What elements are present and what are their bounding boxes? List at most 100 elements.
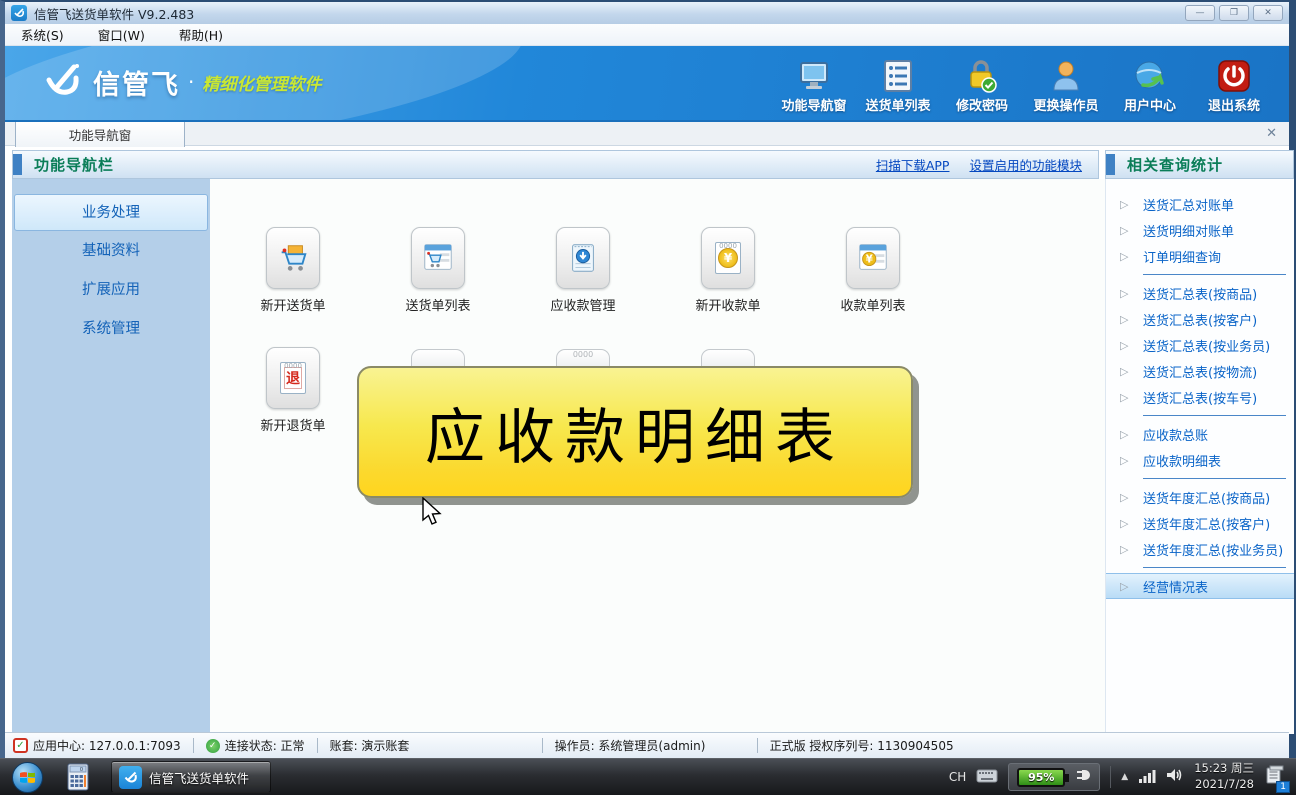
menu-system[interactable]: 系统(S) [21, 25, 64, 44]
divider [1143, 567, 1286, 568]
restore-button[interactable]: ❐ [1219, 5, 1249, 21]
menu-window[interactable]: 窗口(W) [98, 25, 145, 44]
start-button[interactable] [12, 762, 43, 793]
globe-icon [1133, 55, 1167, 93]
report-link-annual-by-product[interactable]: ▷送货年度汇总(按商品) [1106, 484, 1294, 510]
brand: 信管飞 · 精细化管理软件 [43, 62, 321, 102]
keyboard-icon[interactable] [976, 768, 998, 787]
report-link-summary-by-logistics[interactable]: ▷送货汇总表(按物流) [1106, 358, 1294, 384]
report-link-annual-by-salesman[interactable]: ▷送货年度汇总(按业务员) [1106, 536, 1294, 562]
query-panel: ▷送货汇总对账单 ▷送货明细对账单 ▷订单明细查询 ▷送货汇总表(按商品) ▷送… [1105, 179, 1294, 734]
sidebar-item-business[interactable]: 业务处理 [14, 194, 208, 231]
battery-icon: 95% [1017, 768, 1065, 787]
report-link-summary-by-vehicle[interactable]: ▷送货汇总表(按车号) [1106, 384, 1294, 410]
report-link-business-status[interactable]: ▷经营情况表 [1106, 573, 1294, 599]
receipt-coin-icon: 0000 ¥ [701, 227, 755, 289]
triangle-right-icon: ▷ [1120, 198, 1134, 211]
clock-time: 15:23 周三 [1194, 761, 1254, 777]
sidebar: 业务处理 基础资料 扩展应用 系统管理 [12, 179, 210, 734]
taskbar: 0 信管飞送货单软件 CH 95% ▲ [0, 758, 1296, 795]
header-marker [13, 154, 22, 175]
launcher-receivables[interactable]: 应收款管理 [535, 227, 631, 314]
tab-nav-window[interactable]: 功能导航窗 [15, 122, 185, 147]
system-tray: CH 95% ▲ 15:23 周三 2021/7/28 [949, 761, 1288, 792]
report-link-delivery-detail-statement[interactable]: ▷送货明细对账单 [1106, 217, 1294, 243]
tool-change-password[interactable]: 修改密码 [949, 55, 1015, 114]
lock-icon [965, 55, 999, 93]
banner: 信管飞 · 精细化管理软件 功能导航窗 送货单列表 [5, 46, 1289, 120]
triangle-right-icon: ▷ [1120, 313, 1134, 326]
notification-icon[interactable]: 1 [1264, 764, 1286, 790]
clock-date: 2021/7/28 [1194, 777, 1254, 793]
taskbar-app-button[interactable]: 信管飞送货单软件 [111, 761, 271, 793]
hidden-launcher-button[interactable] [411, 349, 465, 366]
report-link-summary-by-salesman[interactable]: ▷送货汇总表(按业务员) [1106, 332, 1294, 358]
close-tab-icon[interactable]: ✕ [1266, 126, 1277, 141]
launcher-delivery-list[interactable]: 送货单列表 [390, 227, 486, 314]
query-header-title: 相关查询统计 [1127, 154, 1223, 175]
triangle-right-icon: ▷ [1120, 365, 1134, 378]
tool-delivery-list[interactable]: 送货单列表 [865, 55, 931, 114]
sidebar-item-basic-data[interactable]: 基础资料 [14, 233, 208, 270]
language-indicator[interactable]: CH [949, 770, 966, 784]
close-button[interactable]: ✕ [1253, 5, 1283, 21]
toolbar: 功能导航窗 送货单列表 修改密码 [781, 55, 1267, 114]
divider [1110, 766, 1111, 788]
monitor-icon [797, 55, 831, 93]
tab-strip: 功能导航窗 ✕ [5, 120, 1289, 146]
menu-bar: 系统(S) 窗口(W) 帮助(H) [5, 24, 1289, 46]
brand-slogan: 精细化管理软件 [202, 70, 321, 95]
tool-nav-window[interactable]: 功能导航窗 [781, 55, 847, 114]
divider [757, 738, 758, 753]
status-app-center: ✓ 应用中心: 127.0.0.1:7093 [13, 737, 181, 754]
network-signal-icon[interactable] [1138, 768, 1156, 787]
menu-help[interactable]: 帮助(H) [179, 25, 223, 44]
triangle-right-icon: ▷ [1120, 428, 1134, 441]
calculator-taskbar-icon[interactable]: 0 [67, 763, 89, 791]
hidden-launcher-button[interactable] [701, 349, 755, 366]
list-icon [882, 55, 914, 93]
tool-exit-system[interactable]: 退出系统 [1201, 55, 1267, 114]
app-logo-icon [119, 766, 142, 789]
launcher-receipt-list[interactable]: ¥ 收款单列表 [825, 227, 921, 314]
volume-icon[interactable] [1166, 767, 1184, 787]
hidden-launcher-button[interactable]: 0000 [556, 349, 610, 366]
triangle-right-icon: ▷ [1120, 580, 1134, 593]
report-link-annual-by-customer[interactable]: ▷送货年度汇总(按客户) [1106, 510, 1294, 536]
launcher-new-delivery[interactable]: 新开送货单 [245, 227, 341, 314]
nav-header-title: 功能导航栏 [34, 154, 114, 175]
status-bar: ✓ 应用中心: 127.0.0.1:7093 ✓ 连接状态: 正常 账套: 演示… [5, 732, 1289, 758]
report-link-order-detail-query[interactable]: ▷订单明细查询 [1106, 243, 1294, 269]
taskbar-clock[interactable]: 15:23 周三 2021/7/28 [1194, 761, 1254, 792]
app-logo-icon [11, 5, 27, 21]
link-download-app[interactable]: 扫描下载APP [876, 155, 950, 174]
svg-text:¥: ¥ [866, 254, 874, 266]
header-marker [1106, 154, 1115, 175]
nav-header: 功能导航栏 扫描下载APP 设置启用的功能模块 [12, 150, 1099, 179]
sidebar-item-extensions[interactable]: 扩展应用 [14, 272, 208, 309]
launcher-new-receipt[interactable]: 0000 ¥ 新开收款单 [680, 227, 776, 314]
tool-user-center[interactable]: 用户中心 [1117, 55, 1183, 114]
report-link-receivables-detail[interactable]: ▷应收款明细表 [1106, 447, 1294, 473]
status-account-set: 账套: 演示账套 [330, 737, 530, 754]
triangle-right-icon: ▷ [1120, 517, 1134, 530]
app-window: 信管飞送货单软件 V9.2.483 — ❐ ✕ 系统(S) 窗口(W) 帮助(H… [0, 0, 1296, 758]
minimize-button[interactable]: — [1185, 5, 1215, 21]
report-link-summary-by-product[interactable]: ▷送货汇总表(按商品) [1106, 280, 1294, 306]
tool-switch-operator[interactable]: 更换操作员 [1033, 55, 1099, 114]
power-icon [1217, 55, 1251, 93]
divider [1143, 274, 1286, 275]
battery-panel[interactable]: 95% [1008, 763, 1100, 791]
return-doc-icon: 0000 退 [266, 347, 320, 409]
user-icon [1049, 55, 1083, 93]
report-link-delivery-summary-statement[interactable]: ▷送货汇总对账单 [1106, 191, 1294, 217]
tray-overflow-icon[interactable]: ▲ [1121, 772, 1128, 782]
link-enable-modules[interactable]: 设置启用的功能模块 [969, 155, 1082, 174]
launcher-new-return[interactable]: 0000 退 新开退货单 [245, 347, 341, 434]
mouse-cursor-icon [420, 497, 442, 531]
sidebar-item-system[interactable]: 系统管理 [14, 311, 208, 348]
report-link-receivables-ledger[interactable]: ▷应收款总账 [1106, 421, 1294, 447]
report-link-summary-by-customer[interactable]: ▷送货汇总表(按客户) [1106, 306, 1294, 332]
triangle-right-icon: ▷ [1120, 250, 1134, 263]
triangle-right-icon: ▷ [1120, 454, 1134, 467]
